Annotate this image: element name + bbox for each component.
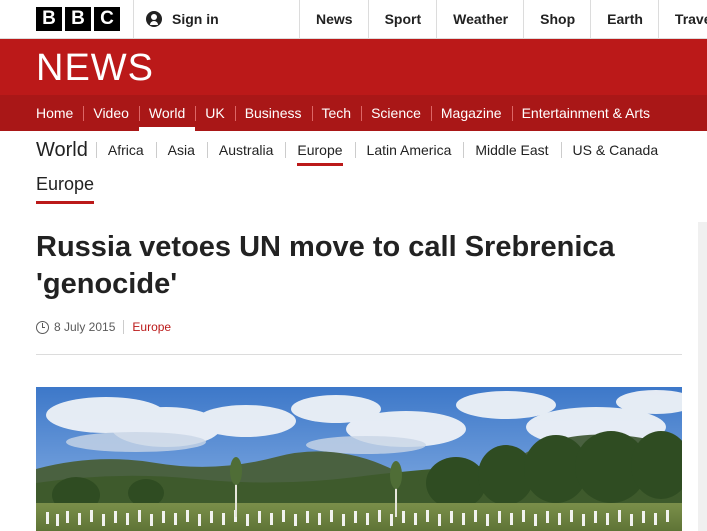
bbc-topbar: B B C Sign in News Sport Weather Shop Ea… [0,0,707,39]
section-title[interactable]: World [0,139,88,162]
subnav-item-australia[interactable]: Australia [206,131,285,169]
subnav-item-middle-east[interactable]: Middle East [463,131,560,169]
nav-item-uk[interactable]: UK [195,95,234,131]
toplink-weather[interactable]: Weather [436,0,523,38]
bbc-logo-letter: C [94,7,120,31]
bbc-logo-letter: B [65,7,91,31]
news-header: NEWS [0,39,707,95]
subnav-item-asia[interactable]: Asia [155,131,207,169]
secondary-nav: World Africa Asia Australia Europe Latin… [0,131,707,169]
meta-separator [123,320,125,334]
article-headline: Russia vetoes UN move to call Srebrenica… [36,231,615,300]
subnav-item-latin-america[interactable]: Latin America [354,131,464,169]
top-links: News Sport Weather Shop Earth Travel [299,0,707,38]
toplink-travel[interactable]: Travel [657,0,707,38]
subnav-item-africa[interactable]: Africa [95,131,156,169]
nav-item-entertainment-arts[interactable]: Entertainment & Arts [511,95,660,131]
bbc-logo-letter: B [36,7,62,31]
article-category-link[interactable]: Europe [132,320,171,334]
article-date: 8 July 2015 [54,320,116,334]
toplink-shop[interactable]: Shop [523,0,590,38]
article-divider [36,354,682,355]
primary-nav: Home Video World UK Business Tech Scienc… [0,95,707,131]
nav-item-home[interactable]: Home [0,95,83,131]
article-meta: 8 July 2015 Europe [36,320,171,334]
nav-item-tech[interactable]: Tech [311,95,362,131]
toplink-earth[interactable]: Earth [590,0,658,38]
toplink-sport[interactable]: Sport [367,0,437,38]
signin-label: Sign in [172,11,219,27]
subnav-item-us-canada[interactable]: US & Canada [560,131,671,169]
bbc-logo[interactable]: B B C [36,7,120,31]
signin-button[interactable]: Sign in [133,0,299,38]
nav-item-world[interactable]: World [138,95,196,131]
subnav-item-europe[interactable]: Europe [285,131,354,169]
subsection-link[interactable]: Europe [36,174,95,204]
hero-image [36,387,682,531]
nav-item-video[interactable]: Video [83,95,139,131]
nav-item-magazine[interactable]: Magazine [430,95,512,131]
scrollbar[interactable] [698,222,707,531]
user-icon [146,11,162,27]
toplink-news[interactable]: News [299,0,368,38]
memorial-landscape-photo [36,387,682,531]
nav-item-business[interactable]: Business [234,95,312,131]
clock-icon [36,320,49,334]
nav-item-science[interactable]: Science [361,95,431,131]
news-logo[interactable]: NEWS [36,49,154,87]
